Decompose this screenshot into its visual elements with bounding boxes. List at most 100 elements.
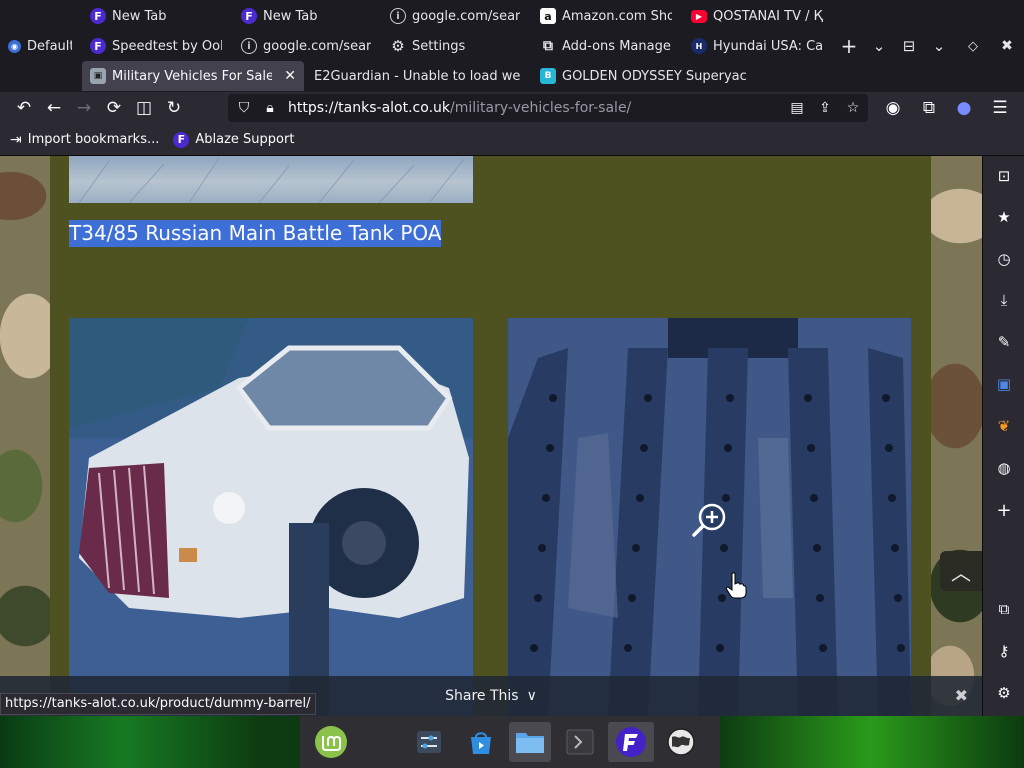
share-close-icon[interactable]: ✖ [955,686,968,705]
lock-icon[interactable]: 🔒︎ [256,94,284,122]
orange-leaf-icon[interactable]: ❦ [983,410,1024,442]
tab-addons-manager[interactable]: ⧉ Add-ons Manager [532,31,680,61]
sync-icon[interactable]: ⟳ [99,93,129,123]
url-host: https://tanks-alot.co.uk [288,100,450,116]
tab-label: New Tab [112,8,167,24]
chevron-up-icon: ︿ [951,560,971,585]
tab-label: Default [27,38,72,54]
grass-texture [78,157,465,204]
account-icon[interactable]: ◉ [878,93,908,123]
file-manager-icon[interactable] [509,722,551,762]
translate-icon[interactable]: ▣ [983,368,1024,400]
shield-icon[interactable]: ⛉ [230,94,258,122]
reload-icon[interactable]: ↻ [159,93,189,123]
web-content: T34/85 Russian Main Battle Tank POA ︿ Sh… [0,156,982,716]
menu-hamburger-icon[interactable]: ☰ [985,93,1015,123]
product-title-selected[interactable]: T34/85 Russian Main Battle Tank POA [69,220,442,247]
tab-amazon[interactable]: a Amazon.com Shop [532,1,680,31]
globe-glyph [667,728,695,756]
tab-google-search-2[interactable]: i google.com/searc [233,31,379,61]
tab-label: google.com/searc [412,8,520,24]
extensions-icon[interactable]: ⧉ [983,593,1024,625]
bookmarks-star-icon[interactable]: ★ [983,201,1024,233]
os-taskbar [0,716,1024,768]
tab-settings[interactable]: ⚙ Settings [382,31,528,61]
hand-cursor-icon [725,572,747,599]
mint-logo [315,726,347,758]
tab-military-vehicles[interactable]: ▣ Military Vehicles For Sale - ✕ [82,61,304,91]
url-path: /military-vehicles-for-sale/ [450,100,632,116]
youtube-icon: ▶ [691,9,707,23]
tab-golden-odyssey[interactable]: B GOLDEN ODYSSEY Superyacht [532,61,754,91]
tab-google-search-1[interactable]: i google.com/searc [382,1,528,31]
puzzle-icon: ⧉ [543,38,553,54]
history-clock-icon[interactable]: ◷ [983,243,1024,275]
tab-hyundai[interactable]: H Hyundai USA: Car [683,31,831,61]
back-arrow-icon[interactable]: ← [39,93,69,123]
forward-arrow-icon[interactable]: → [69,93,99,123]
key-icon[interactable]: ⚷ [983,635,1024,667]
ablaze-logo [616,727,646,757]
bookmark-ablaze-support[interactable]: F Ablaze Support [173,131,294,148]
pencil-icon[interactable]: ✎ [983,326,1024,358]
kit-car-illustration [69,318,473,716]
share-icon[interactable]: ⇪ [811,94,839,122]
url-text[interactable]: https://tanks-alot.co.uk/military-vehicl… [288,100,631,116]
site-icon: ▣ [90,68,106,84]
tab-label: Settings [412,38,466,54]
profile-avatar-icon[interactable]: ● [949,93,979,123]
zoom-magnifier-icon[interactable] [690,501,730,541]
network-globe-icon[interactable] [660,722,702,762]
tab-new-tab-2[interactable]: F New Tab [233,1,379,31]
chevron-down-icon[interactable]: ⌄ [924,31,954,61]
bookmark-import[interactable]: ⇥ Import bookmarks... [10,132,159,148]
profile-icon: ◉ [8,39,21,53]
terminal-icon[interactable] [559,722,601,762]
tab-e2guardian[interactable]: E2Guardian - Unable to load web [306,61,528,91]
store-bag-glyph [471,732,491,754]
new-tab-plus-icon[interactable]: + [834,31,864,61]
tab-groups-icon[interactable]: ⊟ [894,31,924,61]
tab-qostanai-tv[interactable]: ▶ QOSTANAI TV / Қо [683,1,831,31]
list-all-tabs-chevron-icon[interactable]: ⌄ [864,31,894,61]
info-icon: i [390,8,406,24]
product-image-grass[interactable] [69,156,473,204]
tab-label: Hyundai USA: Car [713,38,823,54]
share-label: Share This [445,688,519,704]
link-status-bar: https://tanks-alot.co.uk/product/dummy-b… [0,693,316,715]
toolbox-icon[interactable]: ⊡ [983,160,1024,192]
reader-view-icon[interactable]: ▤ [783,94,811,122]
golden-odyssey-icon: B [540,68,556,84]
extensions-puzzle-icon[interactable]: ⧉ [914,93,944,123]
amazon-icon: a [540,8,556,24]
software-store-icon[interactable] [460,722,502,762]
undo-icon[interactable]: ↶ [9,93,39,123]
downloads-icon[interactable]: ⤓ [983,284,1024,316]
tab-speedtest[interactable]: F Speedtest by Ookl [82,31,230,61]
scroll-to-top-button[interactable]: ︿ [940,551,982,591]
close-icon[interactable]: ✕ [278,68,296,84]
info-icon: i [241,38,257,54]
bookmark-star-icon[interactable]: ☆ [839,94,867,122]
window-close-icon[interactable]: ✖ [992,31,1022,61]
mint-menu-icon[interactable] [310,722,352,762]
import-icon: ⇥ [10,131,22,148]
tab-label: Add-ons Manager [562,38,672,54]
sidebar-toggle-icon[interactable]: ◫ [129,93,159,123]
url-bar[interactable]: ⛉ 🔒︎ https://tanks-alot.co.uk/military-v… [228,94,868,122]
hyundai-icon: H [691,38,707,54]
settings-gear-icon[interactable]: ⚙ [983,677,1024,709]
browser-sidebar: ⊡ ★ ◷ ⤓ ✎ ▣ ❦ ◍ + ⧉ ⚷ ⚙ [982,156,1024,716]
diamond-icon[interactable]: ◇ [958,31,988,61]
add-panel-plus-icon[interactable]: + [983,494,1024,526]
bookmarks-toolbar: ⇥ Import bookmarks... F Ablaze Support [0,124,1024,156]
ablaze-browser-icon[interactable] [608,722,654,762]
globe-icon[interactable]: ◍ [983,452,1024,484]
tab-new-tab-1[interactable]: F New Tab [82,1,230,31]
tab-label: Amazon.com Shop [562,8,672,24]
tab-label: google.com/searc [263,38,371,54]
profile-default[interactable]: ◉ Default [0,31,80,61]
ablaze-icon: F [173,131,190,148]
product-photo-kit-car[interactable] [69,318,473,716]
settings-sliders-icon[interactable] [408,722,450,762]
